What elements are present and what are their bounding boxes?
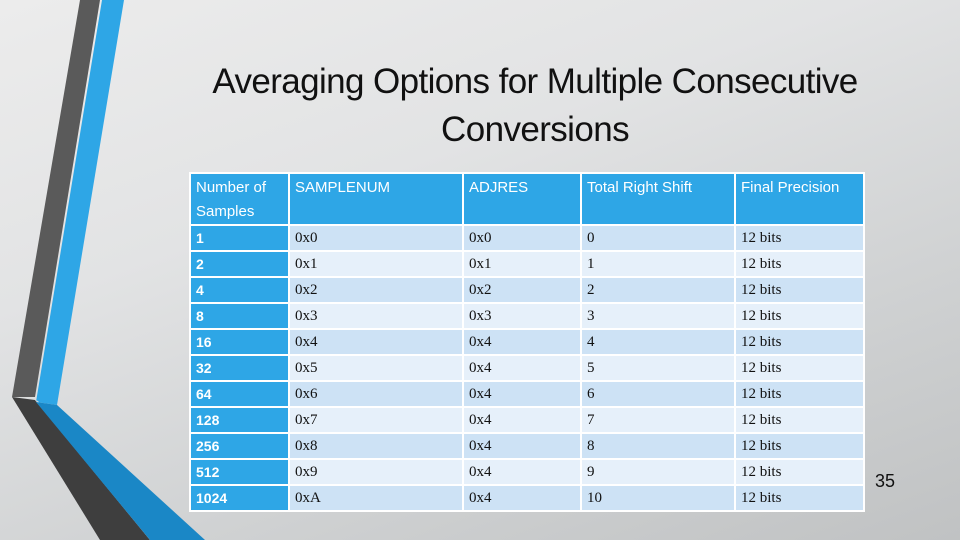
cell-adjres: 0x4 (462, 406, 582, 434)
table-row: 4 0x2 0x2 2 12 bits (189, 276, 865, 304)
cell-right-shift: 0 (580, 224, 736, 252)
cell-samples: 256 (189, 432, 290, 460)
cell-precision: 12 bits (734, 432, 865, 460)
cell-samplenum: 0x3 (288, 302, 464, 330)
cell-right-shift: 3 (580, 302, 736, 330)
cell-samples: 1024 (189, 484, 290, 512)
cell-samples: 1 (189, 224, 290, 252)
table-row: 128 0x7 0x4 7 12 bits (189, 406, 865, 434)
header-final-precision: Final Precision (734, 172, 865, 226)
table-row: 1 0x0 0x0 0 12 bits (189, 224, 865, 252)
cell-samplenum: 0x9 (288, 458, 464, 486)
cell-precision: 12 bits (734, 406, 865, 434)
cell-precision: 12 bits (734, 224, 865, 252)
gray-stripe-diagonal (12, 397, 150, 540)
cell-samples: 8 (189, 302, 290, 330)
table-row: 8 0x3 0x3 3 12 bits (189, 302, 865, 330)
cell-right-shift: 7 (580, 406, 736, 434)
cell-samplenum: 0x0 (288, 224, 464, 252)
cell-precision: 12 bits (734, 250, 865, 278)
cell-adjres: 0x0 (462, 224, 582, 252)
cell-samplenum: 0x1 (288, 250, 464, 278)
cell-samplenum: 0x7 (288, 406, 464, 434)
header-adjres: ADJRES (462, 172, 582, 226)
cell-right-shift: 4 (580, 328, 736, 356)
cell-right-shift: 1 (580, 250, 736, 278)
cell-right-shift: 10 (580, 484, 736, 512)
table-row: 64 0x6 0x4 6 12 bits (189, 380, 865, 408)
table-row: 16 0x4 0x4 4 12 bits (189, 328, 865, 356)
cell-precision: 12 bits (734, 458, 865, 486)
cell-precision: 12 bits (734, 484, 865, 512)
cell-right-shift: 5 (580, 354, 736, 382)
table-row: 512 0x9 0x4 9 12 bits (189, 458, 865, 486)
table-body: 1 0x0 0x0 0 12 bits 2 0x1 0x1 1 12 bits 4 0x2 0x2 2 12… (189, 224, 865, 512)
averaging-options-table: Number of Samples SAMPLENUM ADJRES Total Ri… (189, 172, 865, 512)
cell-samplenum: 0x6 (288, 380, 464, 408)
cell-adjres: 0x2 (462, 276, 582, 304)
page-number: 35 (875, 471, 896, 491)
cell-samples: 128 (189, 406, 290, 434)
cell-samplenum: 0x8 (288, 432, 464, 460)
cell-adjres: 0x4 (462, 458, 582, 486)
cell-adjres: 0x1 (462, 250, 582, 278)
cell-samplenum: 0x2 (288, 276, 464, 304)
cell-adjres: 0x4 (462, 484, 582, 512)
cell-samplenum: 0xA (288, 484, 464, 512)
cell-adjres: 0x4 (462, 380, 582, 408)
table-row: 256 0x8 0x4 8 12 bits (189, 432, 865, 460)
cell-adjres: 0x4 (462, 354, 582, 382)
cell-samplenum: 0x5 (288, 354, 464, 382)
table-row: 32 0x5 0x4 5 12 bits (189, 354, 865, 382)
cell-samples: 32 (189, 354, 290, 382)
cell-samples: 16 (189, 328, 290, 356)
cell-right-shift: 2 (580, 276, 736, 304)
cell-samples: 4 (189, 276, 290, 304)
slide-title: Averaging Options for Multiple Consecuti… (212, 62, 858, 149)
header-samplenum: SAMPLENUM (288, 172, 464, 226)
header-number-of-samples: Number of Samples (189, 172, 290, 226)
cell-precision: 12 bits (734, 328, 865, 356)
table-header-row: Number of Samples SAMPLENUM ADJRES Total Ri… (189, 172, 865, 226)
table-row: 1024 0xA 0x4 10 12 bits (189, 484, 865, 512)
cell-precision: 12 bits (734, 302, 865, 330)
cell-samplenum: 0x4 (288, 328, 464, 356)
cell-samples: 512 (189, 458, 290, 486)
cell-precision: 12 bits (734, 276, 865, 304)
cell-adjres: 0x4 (462, 432, 582, 460)
cell-right-shift: 6 (580, 380, 736, 408)
cell-samples: 2 (189, 250, 290, 278)
header-total-right-shift: Total Right Shift (580, 172, 736, 226)
cell-right-shift: 9 (580, 458, 736, 486)
cell-samples: 64 (189, 380, 290, 408)
cell-precision: 12 bits (734, 354, 865, 382)
cell-adjres: 0x3 (462, 302, 582, 330)
table-row: 2 0x1 0x1 1 12 bits (189, 250, 865, 278)
cell-right-shift: 8 (580, 432, 736, 460)
cell-precision: 12 bits (734, 380, 865, 408)
cell-adjres: 0x4 (462, 328, 582, 356)
